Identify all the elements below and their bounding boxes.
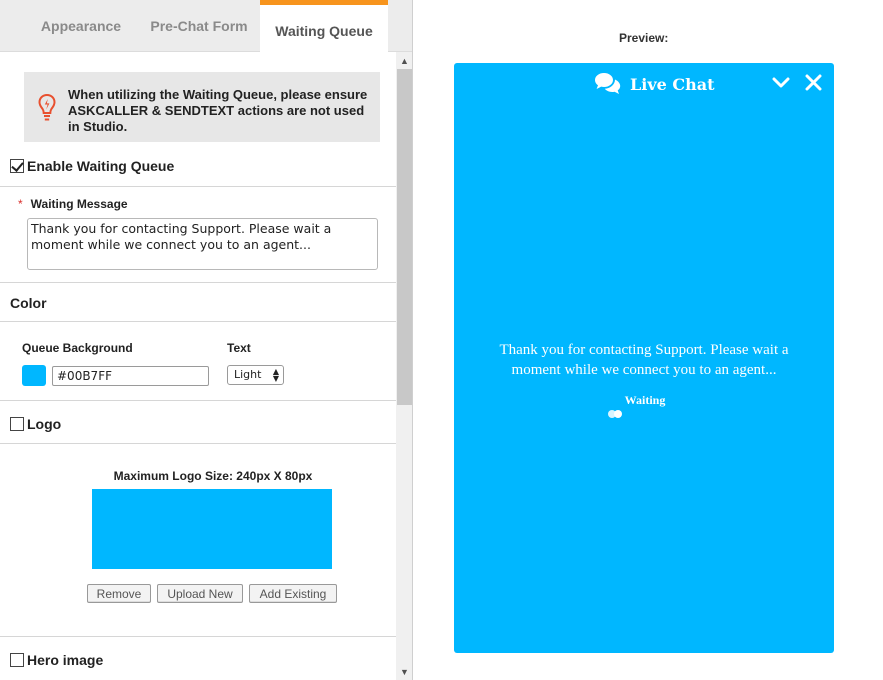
- tab-pre-chat-form[interactable]: Pre-Chat Form: [140, 0, 258, 52]
- enable-waiting-queue-row: Enable Waiting Queue: [10, 158, 174, 174]
- waiting-status-text: Waiting: [624, 393, 666, 407]
- logo-preview: [92, 489, 332, 569]
- queue-background-input[interactable]: #00B7FF: [52, 366, 209, 386]
- upload-new-logo-button[interactable]: Upload New: [157, 584, 243, 603]
- tab-bar: Appearance Pre-Chat Form Waiting Queue: [0, 0, 412, 53]
- waiting-message-label-text: Waiting Message: [30, 197, 128, 211]
- logo-max-size-text: Maximum Logo Size: 240px X 80px: [113, 469, 313, 483]
- text-color-label: Text: [227, 341, 251, 355]
- hero-image-label: Hero image: [27, 652, 104, 668]
- vertical-scrollbar[interactable]: ▲ ▼: [396, 52, 412, 680]
- select-arrows-icon: ▲ ▼: [272, 367, 279, 383]
- chat-waiting-message: Thank you for contacting Support. Please…: [499, 342, 789, 378]
- enable-waiting-queue-label: Enable Waiting Queue: [27, 158, 175, 174]
- divider: [0, 636, 396, 637]
- logo-label: Logo: [27, 416, 62, 432]
- divider: [0, 282, 396, 283]
- queue-background-swatch[interactable]: [22, 365, 46, 386]
- logo-row: Logo: [10, 416, 61, 432]
- divider: [0, 443, 396, 444]
- hero-image-row: Hero image: [10, 652, 103, 668]
- chat-preview-window: Live Chat Thank you for contacting Suppo…: [454, 63, 834, 653]
- notice-text: When utilizing the Waiting Queue, please…: [68, 87, 368, 134]
- required-marker: *: [18, 197, 23, 211]
- enable-waiting-queue-checkbox[interactable]: [10, 159, 24, 173]
- scroll-up-icon[interactable]: ▲: [396, 52, 412, 69]
- color-section-title: Color: [10, 295, 47, 311]
- settings-panel: Appearance Pre-Chat Form Waiting Queue W…: [0, 0, 413, 680]
- tab-waiting-queue[interactable]: Waiting Queue: [260, 0, 388, 53]
- chat-title: Live Chat: [630, 75, 715, 94]
- notice-box: When utilizing the Waiting Queue, please…: [24, 72, 380, 142]
- waiting-message-label: * Waiting Message: [18, 197, 128, 211]
- close-icon[interactable]: [805, 74, 822, 91]
- lightbulb-icon: [38, 93, 56, 121]
- remove-logo-button[interactable]: Remove: [87, 584, 151, 603]
- scroll-down-icon[interactable]: ▼: [396, 663, 412, 680]
- waiting-queue-settings-screen: Appearance Pre-Chat Form Waiting Queue W…: [0, 0, 883, 680]
- preview-label: Preview:: [619, 31, 669, 45]
- text-color-select[interactable]: Light ▲ ▼: [227, 365, 284, 385]
- tab-appearance[interactable]: Appearance: [22, 0, 140, 52]
- text-color-value: Light: [234, 368, 262, 381]
- add-existing-logo-button[interactable]: Add Existing: [249, 584, 337, 603]
- loading-dots-icon: [608, 410, 622, 418]
- divider: [0, 321, 396, 322]
- queue-background-label: Queue Background: [22, 341, 133, 355]
- divider: [0, 186, 396, 187]
- hero-image-checkbox[interactable]: [10, 653, 24, 667]
- divider: [0, 400, 396, 401]
- chat-bubbles-icon: [595, 73, 621, 94]
- chat-header: Live Chat: [454, 63, 834, 107]
- chevron-down-icon[interactable]: [772, 76, 790, 90]
- logo-checkbox[interactable]: [10, 417, 24, 431]
- settings-scroll-area: When utilizing the Waiting Queue, please…: [0, 52, 396, 680]
- scrollbar-thumb[interactable]: [397, 69, 412, 405]
- waiting-message-textarea[interactable]: Thank you for contacting Support. Please…: [27, 218, 378, 270]
